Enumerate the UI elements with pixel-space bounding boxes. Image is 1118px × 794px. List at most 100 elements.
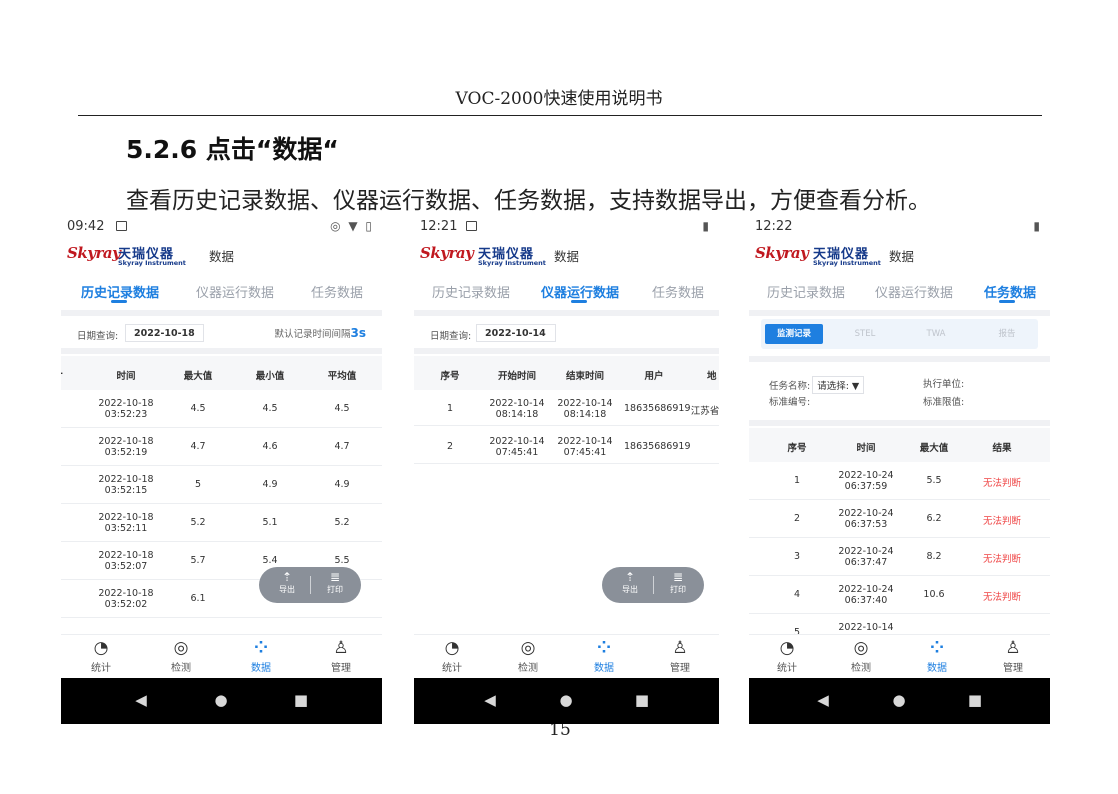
nav-data[interactable]: ⁘ 数据 (574, 637, 634, 674)
table-row[interactable]: 4 2022-10-24 06:37:40 10.6 无法判断 (749, 576, 1050, 614)
table-row[interactable]: 1 2022-10-14 08:14:18 2022-10-14 08:14:18 186… (414, 390, 719, 426)
cell-max: 8.2 (926, 551, 942, 562)
column-header-no: 序号 (787, 443, 807, 454)
image-notification-icon (466, 221, 477, 231)
cell-end-date: 2022-10-14 (557, 436, 613, 447)
data-tabs: 历史记录数据 仪器运行数据 任务数据 (414, 278, 719, 308)
phone-screen-task: 12:22 ▮ Skyray 天瑞仪器 Skyray Instrument 数据… (749, 216, 1050, 724)
back-icon[interactable]: ◀ (131, 691, 151, 709)
recents-icon[interactable]: ■ (965, 691, 985, 709)
segment-report[interactable]: 报告 (978, 324, 1036, 344)
tab-task[interactable]: 任务数据 (311, 282, 363, 301)
cell-time-clock: 03:52:19 (104, 447, 148, 458)
logo-script: Skyray (67, 244, 121, 262)
recents-icon[interactable]: ■ (632, 691, 652, 709)
column-header-no: 序号 (440, 371, 460, 382)
nav-label: 管理 (331, 663, 351, 674)
nav-stats[interactable]: ◔ 统计 (71, 637, 131, 674)
cell-time-clock: 03:52:23 (104, 409, 148, 420)
table-row[interactable]: 2022-10-18 03:52:23 4.5 4.5 4.5 (61, 390, 382, 428)
tab-task[interactable]: 任务数据 (984, 282, 1036, 301)
cell-time-date: 2022-10-18 (98, 398, 154, 409)
segment-stel[interactable]: STEL (836, 324, 894, 344)
cell-avg: 4.7 (334, 441, 350, 452)
print-label: 打印 (327, 585, 343, 594)
cell-max: 10.6 (923, 589, 945, 600)
nav-stats[interactable]: ◔ 统计 (422, 637, 482, 674)
app-bar: Skyray 天瑞仪器 Skyray Instrument 数据 (61, 240, 382, 274)
cell-time-date: 2022-10-18 (98, 588, 154, 599)
cell-max: 5.7 (190, 555, 206, 566)
cell-user: 18635686919 (624, 441, 691, 452)
cell-min: 5.4 (262, 555, 278, 566)
nav-detect[interactable]: ◎ 检测 (151, 637, 211, 674)
cell-start: 2022-10-14 08:14:18 (484, 398, 550, 420)
bottom-nav: ◔ 统计 ◎ 检测 ⁘ 数据 ♙ 管理 (61, 634, 382, 678)
status-icons: ◎ ▼ ▯ (330, 219, 374, 233)
nav-label: 检测 (171, 663, 191, 674)
data-tabs: 历史记录数据 仪器运行数据 任务数据 (749, 278, 1050, 308)
phone-screen-history: 09:42 ◎ ▼ ▯ Skyray 天瑞仪器 Skyray Instrumen… (61, 216, 382, 724)
tab-history[interactable]: 历史记录数据 (767, 282, 845, 301)
table-row[interactable]: 2022-10-18 03:52:19 4.7 4.6 4.7 (61, 428, 382, 466)
table-row[interactable]: 2022-10-18 03:52:15 5 4.9 4.9 (61, 466, 382, 504)
cell-time-date: 2022-10-18 (98, 436, 154, 447)
tab-task[interactable]: 任务数据 (652, 282, 704, 301)
date-query-row: 日期查询: 2022-10-14 (414, 320, 719, 346)
home-icon[interactable]: ● (211, 691, 231, 709)
cell-start-date: 2022-10-14 (489, 436, 545, 447)
nav-manage[interactable]: ♙ 管理 (311, 637, 371, 674)
tab-runtime[interactable]: 仪器运行数据 (196, 282, 274, 301)
cell-no: 2 (446, 441, 454, 452)
table-row[interactable]: 2 2022-10-14 07:45:41 2022-10-14 07:45:41 186… (414, 428, 719, 464)
cell-time: 2022-10-18 03:52:11 (91, 512, 161, 534)
battery-icon: ▮ (1033, 219, 1042, 233)
nav-detect[interactable]: ◎ 检测 (831, 637, 891, 674)
tab-runtime[interactable]: 仪器运行数据 (875, 282, 953, 301)
nav-manage[interactable]: ♙ 管理 (983, 637, 1043, 674)
table-row[interactable]: 2 2022-10-24 06:37:53 6.2 无法判断 (749, 500, 1050, 538)
back-icon[interactable]: ◀ (480, 691, 500, 709)
task-name-select[interactable]: 请选择: ▼ (812, 376, 865, 394)
segment-twa[interactable]: TWA (907, 324, 965, 344)
tab-runtime[interactable]: 仪器运行数据 (541, 282, 619, 301)
date-query-input[interactable]: 2022-10-18 (125, 324, 204, 342)
target-icon: ◎ (173, 638, 189, 658)
nav-manage[interactable]: ♙ 管理 (650, 637, 710, 674)
target-icon: ◎ (520, 638, 536, 658)
print-button[interactable]: ≣ 打印 (658, 570, 698, 595)
table-row[interactable]: 2022-10-18 03:52:11 5.2 5.1 5.2 (61, 504, 382, 542)
recents-icon[interactable]: ■ (291, 691, 311, 709)
cell-max: 5 (194, 479, 202, 490)
cell-no: 1 (446, 403, 454, 414)
nav-detect[interactable]: ◎ 检测 (498, 637, 558, 674)
tab-history[interactable]: 历史记录数据 (81, 282, 159, 301)
app-title: 数据 (554, 249, 580, 264)
nav-label: 管理 (670, 663, 690, 674)
status-time: 12:22 (755, 219, 793, 234)
print-button[interactable]: ≣ 打印 (315, 570, 355, 595)
table-row[interactable]: 3 2022-10-24 06:37:47 8.2 无法判断 (749, 538, 1050, 576)
status-bar: 12:21 ▮ (414, 216, 719, 238)
segment-monitor-records[interactable]: 监测记录 (765, 324, 823, 344)
home-icon[interactable]: ● (889, 691, 909, 709)
date-query-input[interactable]: 2022-10-14 (476, 324, 556, 342)
export-button[interactable]: ⇡ 导出 (610, 570, 650, 595)
nav-data[interactable]: ⁘ 数据 (231, 637, 291, 674)
nav-data[interactable]: ⁘ 数据 (907, 637, 967, 674)
back-icon[interactable]: ◀ (813, 691, 833, 709)
nav-label: 检测 (851, 663, 871, 674)
column-header-result: 结果 (992, 443, 1012, 454)
image-notification-icon (116, 221, 127, 231)
column-header-user: 用户 (644, 371, 664, 382)
status-time: 12:21 (420, 219, 458, 234)
nav-stats[interactable]: ◔ 统计 (757, 637, 817, 674)
cell-min: 5.1 (262, 517, 278, 528)
nav-label: 统计 (91, 663, 111, 674)
table-row[interactable]: 1 2022-10-24 06:37:59 5.5 无法判断 (749, 462, 1050, 500)
export-button[interactable]: ⇡ 导出 (267, 570, 307, 595)
tab-history[interactable]: 历史记录数据 (432, 282, 510, 301)
cell-time: 2022-10-18 03:52:02 (91, 588, 161, 610)
home-icon[interactable]: ● (556, 691, 576, 709)
user-icon: ♙ (672, 638, 688, 658)
